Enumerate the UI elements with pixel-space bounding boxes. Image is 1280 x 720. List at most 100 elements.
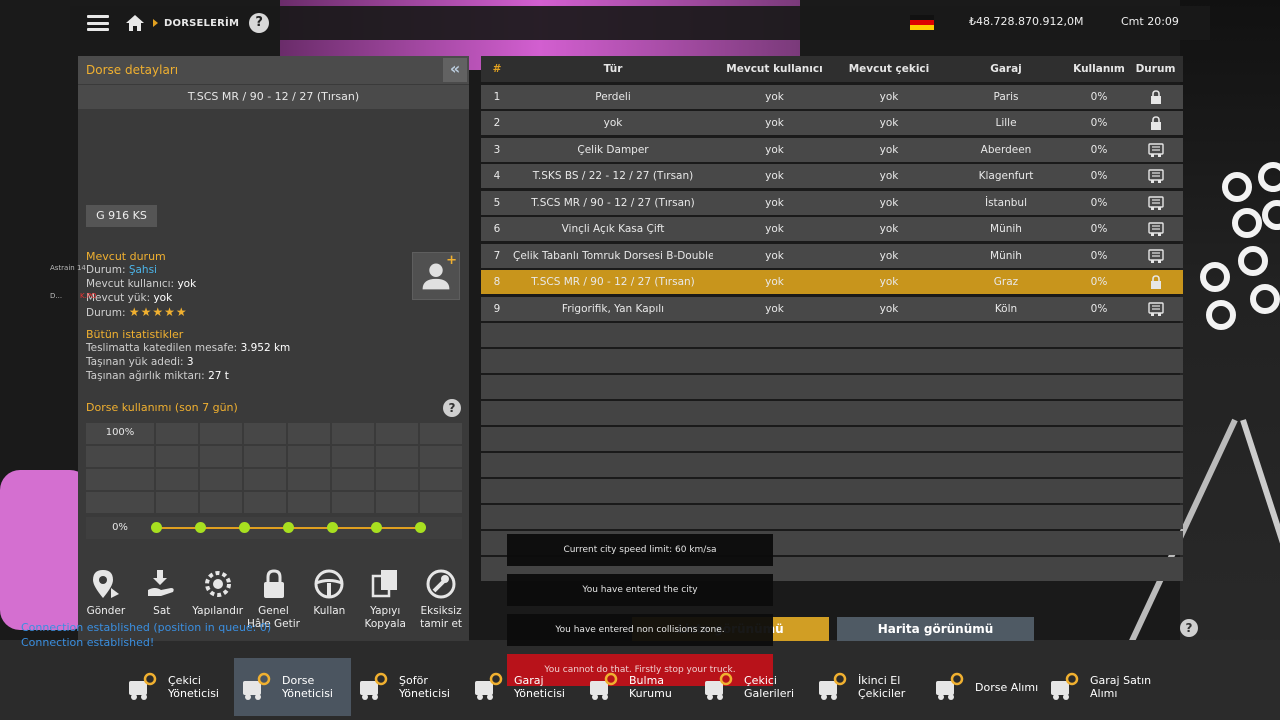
- table-row[interactable]: 9 Frigorifik, Yan Kapılı yok yok Köln 0%: [481, 296, 1183, 321]
- col-garage[interactable]: Garaj: [942, 63, 1070, 75]
- col-status[interactable]: Durum: [1128, 63, 1183, 75]
- cell-truck: yok: [879, 90, 899, 103]
- action-copy-button[interactable]: Yapıyı Kopyala: [357, 567, 413, 641]
- notification-non-collision: You have entered non collisions zone.: [507, 614, 773, 646]
- col-usage[interactable]: Kullanım: [1070, 63, 1128, 75]
- table-row[interactable]: 8 T.SCS MR / 90 - 12 / 27 (Tırsan) yok yok G…: [481, 270, 1183, 294]
- usage-cell: [376, 492, 418, 513]
- usage-cell: [200, 423, 242, 444]
- cell-truck: yok: [879, 143, 899, 156]
- home-icon[interactable]: [125, 14, 145, 32]
- game-time: Cmt 20:09: [1121, 15, 1179, 28]
- cell-truck: yok: [879, 249, 899, 262]
- trailer-icon: [1128, 301, 1183, 316]
- menu-icon[interactable]: [87, 15, 109, 31]
- nav-trailer-buy[interactable]: Dorse Alımı: [927, 658, 1042, 716]
- cell-n: 6: [493, 223, 501, 235]
- driver-gear-icon: [357, 671, 389, 703]
- nav-used-truck[interactable]: İkinci El Çekiciler: [810, 658, 927, 716]
- cell-n: 5: [493, 196, 501, 209]
- cell-type: Çelik Damper: [577, 143, 649, 156]
- col-number[interactable]: #: [481, 63, 513, 75]
- cell-user: yok: [765, 276, 784, 288]
- cell-user: yok: [765, 117, 784, 129]
- cell-truck: yok: [879, 170, 899, 182]
- usage-cell: [200, 469, 242, 490]
- action-steering-wheel-button[interactable]: Kullan: [301, 567, 357, 641]
- usage-axis-top: 100%: [105, 427, 135, 438]
- nav-garage-gear[interactable]: Garaj Yöneticisi: [466, 658, 581, 716]
- cell-garage: Münih: [990, 223, 1022, 235]
- status-user: Mevcut kullanıcı: yok: [86, 278, 197, 290]
- nav-search[interactable]: Bulma Kurumu: [581, 658, 696, 716]
- copy-icon: [367, 567, 403, 601]
- cell-garage: İstanbul: [984, 196, 1027, 209]
- usage-cell: [244, 446, 286, 467]
- nav-driver-gear[interactable]: Şoför Yöneticisi: [351, 658, 466, 716]
- cell-n: 9: [493, 302, 501, 315]
- usage-cell: [332, 469, 374, 490]
- cell-usage: 0%: [1090, 249, 1108, 262]
- lock-icon: [1128, 116, 1183, 130]
- usage-title: Dorse kullanımı (son 7 gün): [86, 401, 238, 414]
- used-truck-icon: [816, 671, 848, 703]
- usage-cell: [376, 446, 418, 467]
- table-row[interactable]: 4 T.SKS BS / 22 - 12 / 27 (Tırsan) yok yok K…: [481, 164, 1183, 188]
- table-row[interactable]: 1 Perdeli yok yok Paris 0%: [481, 84, 1183, 109]
- usage-point: [415, 522, 426, 533]
- empty-row: [481, 349, 1183, 373]
- trailer-details-panel: Dorse detayları « T.SCS MR / 90 - 12 / 2…: [78, 56, 469, 641]
- breadcrumb[interactable]: DORSELERİM: [164, 18, 239, 29]
- truck-dealer-icon: [702, 671, 734, 703]
- col-user[interactable]: Mevcut kullanıcı: [713, 63, 836, 75]
- usage-cell: [86, 492, 154, 513]
- cell-type: Perdeli: [595, 90, 631, 103]
- table-row[interactable]: 5 T.SCS MR / 90 - 12 / 27 (Tırsan) yok yok İ…: [481, 190, 1183, 215]
- status-type: Durum: Şahsi: [86, 264, 157, 276]
- help-icon-bottom[interactable]: ?: [1180, 619, 1198, 637]
- usage-cell: [420, 492, 462, 513]
- cell-n: 8: [493, 276, 501, 288]
- collapse-icon[interactable]: «: [443, 58, 467, 82]
- usage-cell: [156, 446, 198, 467]
- col-truck[interactable]: Mevcut çekici: [836, 63, 942, 75]
- cell-truck: yok: [879, 276, 899, 288]
- action-label: Kullan: [313, 605, 346, 617]
- cell-truck: yok: [879, 196, 899, 209]
- trailer-icon: [1128, 248, 1183, 263]
- bottom-navigation: Çekici Yöneticisi Dorse Yöneticisi Şoför Y…: [120, 658, 1160, 716]
- table-row[interactable]: 6 Vinçli Açık Kasa Çift yok yok Münih 0%: [481, 217, 1183, 241]
- assign-driver-button[interactable]: +: [412, 252, 460, 300]
- usage-cell: [288, 423, 330, 444]
- help-icon[interactable]: ?: [249, 13, 270, 33]
- usage-cell: [332, 423, 374, 444]
- nav-truck-gear[interactable]: Çekici Yöneticisi: [120, 658, 234, 716]
- table-row[interactable]: 3 Çelik Damper yok yok Aberdeen 0%: [481, 137, 1183, 162]
- steering-wheel-icon: [311, 567, 347, 601]
- usage-help-icon[interactable]: ?: [443, 399, 461, 417]
- nav-garage-buy[interactable]: Garaj Satın Alımı: [1042, 658, 1160, 716]
- chat-message: Connection established (position in queu…: [21, 621, 272, 634]
- trailer-icon: [1128, 169, 1183, 183]
- cell-user: yok: [765, 143, 784, 156]
- map-view-button[interactable]: Harita görünümü: [837, 617, 1034, 641]
- cell-usage: 0%: [1090, 196, 1108, 209]
- action-label: Gönder: [86, 605, 126, 617]
- wrench-icon: [423, 567, 459, 601]
- empty-row: [481, 375, 1183, 399]
- usage-cell: [200, 492, 242, 513]
- usage-cell: [288, 492, 330, 513]
- table-row[interactable]: 2 yok yok yok Lille 0%: [481, 111, 1183, 135]
- table-header: # Tür Mevcut kullanıcı Mevcut çekici Gar…: [481, 56, 1183, 82]
- col-type[interactable]: Tür: [513, 63, 713, 75]
- trailer-icon: [1128, 195, 1183, 210]
- action-wrench-button[interactable]: Eksiksiz tamir et: [413, 567, 469, 641]
- cell-garage: Paris: [993, 90, 1019, 103]
- nav-truck-dealer[interactable]: Çekici Galerileri: [696, 658, 810, 716]
- table-row[interactable]: 7 Çelik Tabanlı Tomruk Dorsesi B-Double yo…: [481, 243, 1183, 268]
- usage-cell: [156, 423, 198, 444]
- nav-trailer-gear[interactable]: Dorse Yöneticisi: [234, 658, 351, 716]
- player-tag: D...: [50, 292, 63, 300]
- trailer-icon: [1128, 222, 1183, 236]
- player-tag: K.PO: [80, 292, 97, 300]
